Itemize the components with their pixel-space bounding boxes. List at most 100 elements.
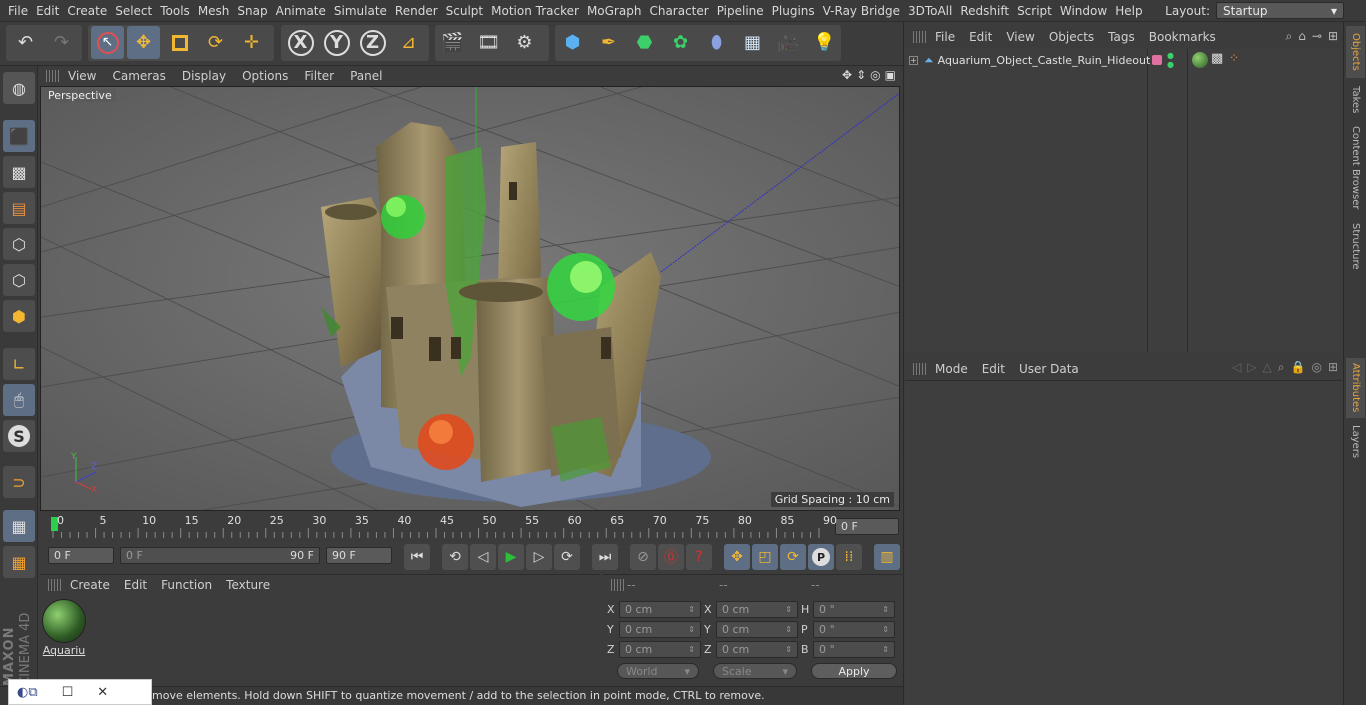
stepper-arrows-icon[interactable]: ⇕	[882, 625, 889, 634]
redo-button[interactable]: ↷	[45, 26, 78, 59]
menu-character[interactable]: Character	[649, 4, 716, 18]
attributes-menu-mode[interactable]: Mode	[935, 362, 968, 376]
make-editable-button[interactable]: ◍	[3, 72, 35, 104]
coord-value-field[interactable]: 0 ° ⇕	[813, 601, 895, 618]
menu-help[interactable]: Help	[1115, 4, 1150, 18]
layer-color-swatch[interactable]	[1152, 55, 1162, 65]
light-button[interactable]: 💡	[808, 26, 841, 59]
coord-value-field[interactable]: 0 ° ⇕	[813, 641, 895, 658]
viewport-menu-panel[interactable]: Panel	[350, 69, 382, 83]
pan-icon[interactable]: ✥	[842, 68, 852, 82]
z-axis-lock-button[interactable]: Z	[356, 26, 389, 59]
play-button[interactable]: ▶	[498, 544, 524, 570]
key-parameter-button[interactable]: P	[808, 544, 834, 570]
coord-value-field[interactable]: 0 cm ⇕	[619, 621, 701, 638]
menu-motion-tracker[interactable]: Motion Tracker	[491, 4, 587, 18]
uv-tag-icon[interactable]: ▩	[1211, 51, 1223, 66]
menu-select[interactable]: Select	[115, 4, 160, 18]
menu-animate[interactable]: Animate	[276, 4, 334, 18]
material-menu-create[interactable]: Create	[70, 578, 110, 592]
coord-value-field[interactable]: 0 cm ⇕	[619, 601, 701, 618]
visibility-dots-icon[interactable]: ● ●	[1167, 51, 1174, 69]
stepper-arrows-icon[interactable]: ⇕	[882, 605, 889, 614]
cube-object-button[interactable]: ⬢	[556, 26, 589, 59]
coord-value-field[interactable]: 0 cm ⇕	[716, 641, 798, 658]
restore-window-icon[interactable]: ☐	[62, 685, 74, 700]
workplane-button[interactable]: ▤	[3, 192, 35, 224]
stepper-arrows-icon[interactable]: ⇕	[688, 625, 695, 634]
key-pla-button[interactable]: ⁞⁞	[836, 544, 862, 570]
phong-tag-icon[interactable]: ⁘	[1229, 51, 1239, 65]
keyframe-selection-button[interactable]: ?	[686, 544, 712, 570]
menu-file[interactable]: File	[8, 4, 36, 18]
move-tool-button[interactable]: ✥	[127, 26, 160, 59]
coord-mode-dropdown[interactable]: Scale ▾	[713, 663, 797, 679]
y-axis-lock-button[interactable]: Y	[320, 26, 353, 59]
menu-sculpt[interactable]: Sculpt	[446, 4, 491, 18]
edges-mode-button[interactable]: ⬡	[3, 264, 35, 296]
texture-mode-button[interactable]: ▩	[3, 156, 35, 188]
up-arrow-icon[interactable]: △	[1263, 360, 1272, 375]
material-tag-icon[interactable]	[1192, 52, 1208, 68]
menu-window[interactable]: Window	[1060, 4, 1115, 18]
deformer-button[interactable]: ⬮	[700, 26, 733, 59]
expand-plus-icon[interactable]: +	[909, 55, 918, 65]
menu-simulate[interactable]: Simulate	[334, 4, 395, 18]
stepper-arrows-icon[interactable]: ⇕	[785, 625, 792, 634]
menu-mesh[interactable]: Mesh	[198, 4, 238, 18]
solo-button[interactable]: S	[3, 420, 35, 452]
tab-takes[interactable]: Takes	[1346, 80, 1365, 120]
objects-menu-view[interactable]: View	[1006, 30, 1034, 44]
menu-vray-bridge[interactable]: V-Ray Bridge	[823, 4, 908, 18]
dolly-icon[interactable]: ⇕	[856, 68, 866, 82]
menu-tools[interactable]: Tools	[160, 4, 198, 18]
coord-system-dropdown[interactable]: World ▾	[617, 663, 699, 679]
lock-icon[interactable]: 🔒	[1291, 360, 1306, 375]
search-icon[interactable]: ⌕	[1278, 360, 1285, 375]
render-view-button[interactable]: 🎬	[436, 26, 469, 59]
attributes-menu-user-data[interactable]: User Data	[1019, 362, 1079, 376]
material-swatch[interactable]: Aquariu	[42, 599, 86, 657]
floor-button[interactable]: ▦	[736, 26, 769, 59]
back-arrow-icon[interactable]: ◁	[1232, 360, 1241, 375]
coord-value-field[interactable]: 0 cm ⇕	[716, 621, 798, 638]
workplane-lock-button[interactable]: ▦	[3, 510, 35, 542]
subdivision-surface-button[interactable]: ⬣	[628, 26, 661, 59]
objects-menu-bookmarks[interactable]: Bookmarks	[1149, 30, 1216, 44]
tab-layers[interactable]: Layers	[1346, 422, 1365, 462]
object-row[interactable]: + ⏶ Aquarium_Object_Castle_Ruin_Hideout …	[905, 51, 1342, 69]
points-mode-button[interactable]: ⬡	[3, 228, 35, 260]
timeline-window-button[interactable]: ▥	[874, 544, 900, 570]
close-icon[interactable]: ✕	[97, 685, 108, 700]
tab-structure[interactable]: Structure	[1346, 218, 1365, 274]
key-position-button[interactable]: ✥	[724, 544, 750, 570]
new-window-icon[interactable]: ⊞	[1328, 29, 1338, 44]
menu-mograph[interactable]: MoGraph	[587, 4, 650, 18]
key-rotation-button[interactable]: ⟳	[780, 544, 806, 570]
up-arrow-icon[interactable]: ⊸	[1312, 29, 1322, 44]
scale-tool-button[interactable]	[163, 26, 196, 59]
material-menu-function[interactable]: Function	[161, 578, 212, 592]
viewport-menu-options[interactable]: Options	[242, 69, 288, 83]
maximize-view-icon[interactable]: ▣	[885, 68, 896, 82]
coordinate-system-button[interactable]: ⊿	[392, 26, 425, 59]
render-picture-viewer-button[interactable]: 🎞	[472, 26, 505, 59]
x-axis-lock-button[interactable]: X	[284, 26, 317, 59]
pen-spline-button[interactable]: ✒	[592, 26, 625, 59]
stepper-arrows-icon[interactable]: ⇕	[785, 605, 792, 614]
menu-redshift[interactable]: Redshift	[960, 4, 1017, 18]
prev-frame-button[interactable]: ◁	[470, 544, 496, 570]
frame-range-slider[interactable]: 0 F 90 F	[120, 547, 320, 564]
stepper-arrows-icon[interactable]: ⇕	[688, 605, 695, 614]
menu-script[interactable]: Script	[1017, 4, 1060, 18]
material-menu-texture[interactable]: Texture	[226, 578, 270, 592]
coord-value-field[interactable]: 0 ° ⇕	[813, 621, 895, 638]
record-keys-button[interactable]: ⊘	[630, 544, 656, 570]
key-scale-button[interactable]: ◰	[752, 544, 778, 570]
rotate-tool-button[interactable]: ⟳	[199, 26, 232, 59]
select-tool-button[interactable]: ↖	[91, 26, 124, 59]
model-mode-button[interactable]: ⬛	[3, 120, 35, 152]
apply-button[interactable]: Apply	[811, 663, 897, 679]
viewport-menu-view[interactable]: View	[68, 69, 96, 83]
render-settings-button[interactable]: ⚙	[508, 26, 541, 59]
